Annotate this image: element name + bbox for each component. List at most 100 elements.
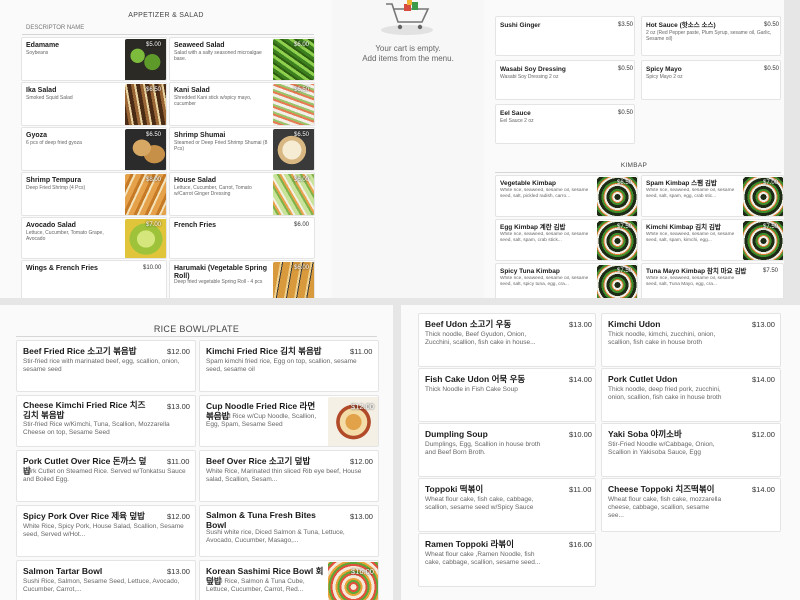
item-description: Wasabi Soy Dressing 2 oz — [500, 74, 559, 80]
menu-item-gyoza[interactable]: Gyoza 6 pcs of deep fried gyoza $6.50 — [21, 127, 167, 171]
item-name: Avocado Salad — [26, 222, 76, 229]
item-name: Dumpling Soup — [425, 429, 488, 439]
item-description: Pork Cutlet on Steamed Rice. Served w/To… — [23, 468, 186, 484]
menu-item-spicy-tuna-kimbap[interactable]: Spicy Tuna Kimbap White rice, seaweed, s… — [495, 263, 638, 298]
menu-item-wings-french-fries[interactable]: Wings & French Fries $10.00 — [21, 260, 167, 298]
menu-item-ika-salad[interactable]: Ika Salad Smoked Squid Salad $6.50 — [21, 82, 167, 126]
item-description: Spam kimchi fried rice, Egg on top, scal… — [206, 358, 357, 374]
item-price: $8.00 — [146, 177, 162, 183]
menu-item-beef-over-rice[interactable]: Beef Over Rice 소고기 덮밥 White Rice, Marina… — [199, 450, 379, 502]
item-price: $12.00 — [351, 402, 374, 411]
menu-item-wasabi-soy-dressing[interactable]: Wasabi Soy Dressing Wasabi Soy Dressing … — [495, 60, 635, 100]
menu-item-spicy-pork-over-rice[interactable]: Spicy Pork Over Rice 제육 덮밥 White Rice, S… — [16, 505, 196, 557]
divider — [495, 172, 781, 173]
item-name: Sushi Ginger — [500, 22, 541, 29]
item-price: $11.00 — [167, 457, 190, 466]
menu-item-vegetable-kimbap[interactable]: Vegetable Kimbap White rice, seaweed, se… — [495, 175, 638, 217]
menu-item-pork-cutlet-udon[interactable]: Pork Cutlet Udon Thick noodle, deep frie… — [601, 368, 781, 422]
menu-item-sushi-ginger[interactable]: Sushi Ginger $3.50 — [495, 16, 635, 56]
menu-item-kimchi-udon[interactable]: Kimchi Udon Thick noodle, kimchi, zucchi… — [601, 313, 781, 367]
item-price: $7.50 — [617, 268, 633, 274]
divider — [22, 34, 314, 35]
menu-item-spicy-mayo[interactable]: Spicy Mayo Spicy Mayo 2 oz $0.50 — [641, 60, 781, 100]
item-description: 2 oz (Red Pepper paste, Plum Syrup, sesa… — [646, 30, 772, 43]
appetizer-panel: APPETIZER & SALAD DESCRIPTOR NAME Edamam… — [0, 0, 332, 298]
item-description: Sushi white rice, Diced Salmon & Tuna, L… — [206, 529, 345, 545]
item-name: Cheese Toppoki 치즈떡볶이 — [608, 484, 715, 494]
menu-item-french-fries[interactable]: French Fries $6.00 — [169, 217, 315, 259]
menu-item-yaki-soba[interactable]: Yaki Soba 야끼소바 Stir-Fried Noodle w/Cabba… — [601, 423, 781, 477]
item-name: Salmon Tartar Bowl — [23, 566, 103, 576]
item-name: Spicy Mayo — [646, 66, 682, 73]
kimbap-section-title: KIMBAP — [620, 162, 648, 169]
menu-item-korean-sashimi-rice-bowl[interactable]: Korean Sashimi Rice Bowl 회덮밥 White Rice,… — [199, 560, 379, 600]
menu-item-hot-sauce[interactable]: Hot Sauce (핫소스 소스) 2 oz (Red Pepper past… — [641, 16, 781, 56]
item-name: Seaweed Salad — [174, 42, 225, 49]
item-price: $12.00 — [167, 347, 190, 356]
menu-item-seaweed-salad[interactable]: Seaweed Salad Salad with a salty seasone… — [169, 37, 315, 81]
menu-item-egg-kimbap[interactable]: Egg Kimbap 계란 김밥 White rice, seaweed, se… — [495, 219, 638, 261]
menu-item-salmon-tartar-bowl[interactable]: Salmon Tartar Bowl Sushi Rice, Salmon, S… — [16, 560, 196, 600]
item-description: White rice, seaweed, sesame oil, sesame … — [646, 188, 735, 199]
item-description: Deep Fried Shrimp (4 Pcs) — [26, 185, 86, 191]
item-description: Thick noodle, kimchi, zucchini, onion, s… — [608, 331, 716, 347]
menu-item-kimchi-kimbap[interactable]: Kimchi Kimbap 김치 김밥 White rice, seaweed,… — [641, 219, 784, 261]
item-price: $13.00 — [167, 567, 190, 576]
menu-item-eel-sauce[interactable]: Eel Sauce Eel Sauce 2 oz $0.50 — [495, 104, 635, 144]
item-price: $13.00 — [167, 402, 190, 411]
menu-item-harumaki[interactable]: Harumaki (Vegetable Spring Roll) Deep fr… — [169, 260, 315, 298]
item-name: Wasabi Soy Dressing — [500, 66, 566, 73]
item-price: $11.00 — [350, 347, 373, 356]
item-description: Stir-Fried Noodle w/Cabbage, Onion, Scal… — [608, 441, 715, 457]
item-description: White rice, seaweed, sesame oil, sesame … — [646, 276, 735, 287]
item-price: $6.50 — [146, 132, 162, 138]
menu-item-beef-udon[interactable]: Beef Udon 소고기 우동 Thick noodle, Beef Gyud… — [418, 313, 596, 367]
menu-item-kimchi-fried-rice[interactable]: Kimchi Fried Rice 김치 볶음밥 Spam kimchi fri… — [199, 340, 379, 392]
item-price: $13.00 — [752, 320, 775, 329]
menu-item-tuna-mayo-kimbap[interactable]: Tuna Mayo Kimbap 참치 마요 김밥 White rice, se… — [641, 263, 784, 298]
item-name: Spicy Tuna Kimbap — [500, 268, 560, 275]
shopping-cart-icon — [381, 0, 433, 35]
item-description: White rice, seaweed, sesame oil, sesame … — [500, 232, 589, 243]
item-price: $12.00 — [167, 512, 190, 521]
menu-item-edamame[interactable]: Edamame Soybeans $5.00 — [21, 37, 167, 81]
item-name: Hot Sauce (핫소스 소스) — [646, 22, 716, 29]
item-name: Ramen Toppoki 라볶이 — [425, 539, 514, 549]
item-name: Beef Udon 소고기 우동 — [425, 319, 512, 329]
cart-panel: Your cart is empty. Add items from the m… — [332, 0, 484, 298]
item-price: $6.00 — [294, 265, 310, 271]
menu-item-ramen-toppoki[interactable]: Ramen Toppoki 라볶이 Wheat flour cake ,Rame… — [418, 533, 596, 587]
menu-item-cheese-kimchi-fried-rice[interactable]: Cheese Kimchi Fried Rice 치즈김치 볶음밥 Stir-f… — [16, 395, 196, 447]
item-description: Steamed or Deep Fried Shrimp Shumai (8 P… — [174, 140, 268, 153]
menu-item-pork-cutlet-over-rice[interactable]: Pork Cutlet Over Rice 돈까스 덮밥 Pork Cutlet… — [16, 450, 196, 502]
item-name: Tuna Mayo Kimbap 참치 마요 김밥 — [646, 268, 747, 275]
menu-item-house-salad[interactable]: House Salad Lettuce, Cucumber, Carrot, T… — [169, 172, 315, 216]
menu-item-beef-fried-rice[interactable]: Beef Fried Rice 소고기 볶음밥 Stir-fried rice … — [16, 340, 196, 392]
item-name: Kimchi Fried Rice 김치 볶음밥 — [206, 346, 322, 356]
item-description: Lettuce, Cucumber, Carrot, Tomato w/Carr… — [174, 185, 252, 198]
item-description: Stir-fried Rice w/Kimchi, Tuna, Scallion… — [23, 421, 170, 437]
item-price: $12.00 — [350, 457, 373, 466]
item-name: House Salad — [174, 177, 217, 184]
menu-item-shrimp-tempura[interactable]: Shrimp Tempura Deep Fried Shrimp (4 Pcs)… — [21, 172, 167, 216]
item-price: $7.50 — [763, 224, 779, 230]
menu-item-avocado-salad[interactable]: Avocado Salad Lettuce, Cucumber, Tomato … — [21, 217, 167, 259]
menu-item-kani-salad[interactable]: Kani Salad Shredded Kani stick w/spicy m… — [169, 82, 315, 126]
menu-item-spam-kimbap[interactable]: Spam Kimbap 스팸 김밥 White rice, seaweed, s… — [641, 175, 784, 217]
cart-empty-text: Your cart is empty. — [375, 44, 441, 53]
menu-item-shrimp-shumai[interactable]: Shrimp Shumai Steamed or Deep Fried Shri… — [169, 127, 315, 171]
item-name: Shrimp Shumai — [174, 132, 226, 139]
item-name: Beef Over Rice 소고기 덮밥 — [206, 456, 311, 466]
item-price: $6.50 — [146, 87, 162, 93]
item-price: $16.00 — [351, 567, 374, 576]
item-price: $12.00 — [752, 430, 775, 439]
menu-item-toppoki[interactable]: Toppoki 떡볶이 Wheat flour cake, fish cake,… — [418, 478, 596, 532]
menu-item-dumpling-soup[interactable]: Dumpling Soup Dumplings, Egg, Scallion i… — [418, 423, 596, 477]
menu-item-cheese-toppoki[interactable]: Cheese Toppoki 치즈떡볶이 Wheat flour cake, f… — [601, 478, 781, 532]
menu-item-fish-cake-udon[interactable]: Fish Cake Udon 어묵 우동 Thick Noodle in Fis… — [418, 368, 596, 422]
menu-item-salmon-tuna-bites-bowl[interactable]: Salmon & Tuna Fresh Bites Bowl Sushi whi… — [199, 505, 379, 557]
item-name: Pork Cutlet Udon — [608, 374, 678, 384]
noodle-panel: Beef Udon 소고기 우동 Thick noodle, Beef Gyud… — [401, 305, 800, 600]
menu-item-cup-noodle-fried-rice[interactable]: Cup Noodle Fried Rice 라면 볶음밥 Stir-fried … — [199, 395, 379, 447]
item-description: Shredded Kani stick w/spicy mayo, cucumb… — [174, 95, 252, 108]
